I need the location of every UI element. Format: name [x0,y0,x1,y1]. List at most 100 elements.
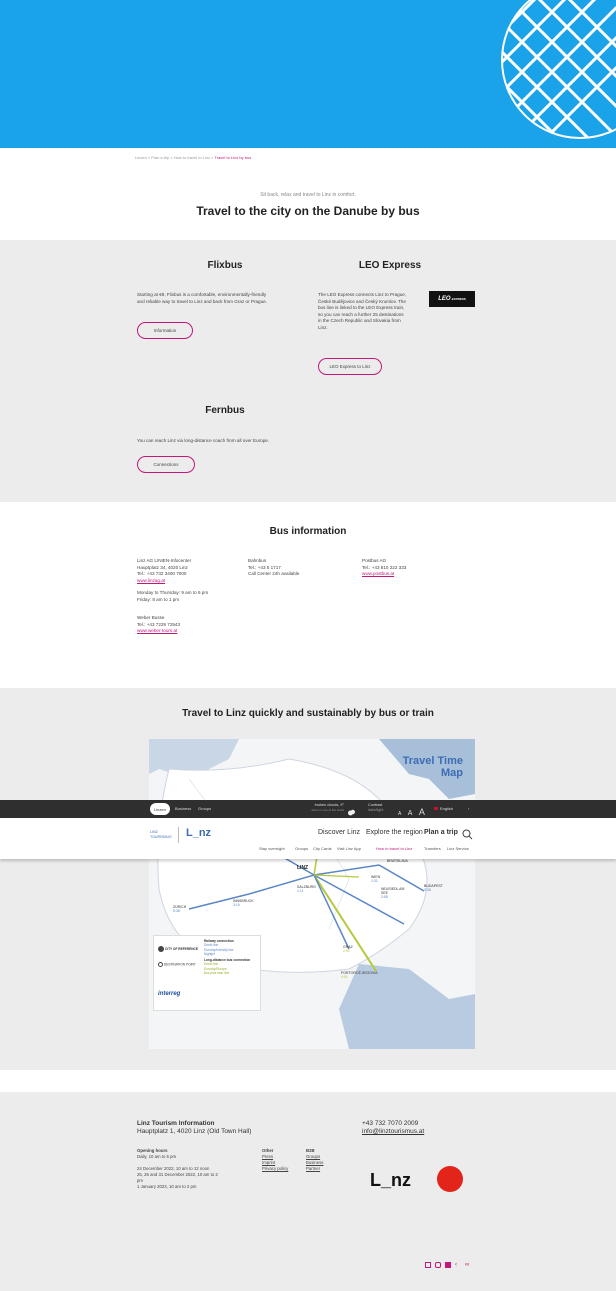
facebook-icon[interactable] [425,1262,431,1268]
flickr-icon[interactable]: ∞ [465,1262,473,1268]
logo-divider [178,827,179,843]
utility-tab-groups[interactable]: Groups [198,806,211,811]
map-city-budapest: BUDAPEST 3:36 [424,884,443,892]
linz-logo[interactable]: L_nz [186,827,211,839]
city-time: 2:58 [381,895,388,899]
legend-destination: DESTINATION POINT [158,962,198,967]
subnav-how-to-travel[interactable]: How to travel to Linz [376,846,412,851]
leo-express-logo: LEO EXPRESS [429,291,475,307]
legend-label: CITY OF REFERENCE [164,946,198,951]
nav-explore-region[interactable]: Explore the region [366,829,423,836]
utility-bar: Linzen Business Groups broken clouds, 9°… [0,800,616,818]
legend-item: Nightjet [204,951,215,956]
footer-link-privacy[interactable]: Privacy policy [262,1166,302,1172]
weber-tours-link[interactable]: www.weber-tours.at [137,628,247,635]
city-name: NEUSIEDL AM SEE [381,887,405,895]
map-city-wien: WIEN 1:31 [371,875,380,883]
footer-email[interactable]: info@linztourismus.at [362,1128,424,1136]
weather-subtext: when in one of the world [311,807,344,812]
footer-partner-badge-icon [437,1166,463,1192]
contrast-toggle[interactable]: Contrast dark/light [368,803,383,812]
intro-kicker: Sit back, relax and travel to Linz in co… [260,192,356,198]
bus-information-title: Bus information [269,526,347,537]
destination-marker-icon [158,962,163,967]
weather-cloud-icon [347,804,356,816]
map-city-zurich: ZÜRICH 8:38 [173,905,186,913]
leo-express-text: The LEO Express connects Linz to Prague,… [318,292,428,331]
legend-label: DESTINATION POINT [163,962,196,967]
travel-time-map: Travel Time Map FRANKFURT 3:49 PRAGUE 3:… [149,739,475,1049]
contrast-sublabel: dark/light [368,807,384,812]
hero-banner [0,0,616,148]
subnav-groups[interactable]: Groups [295,846,308,851]
footer-opening-hours: Opening hours Daily, 10 am to 5 pm 24 De… [137,1148,247,1190]
flixbus-text: Starting at €9, Flixbus is a comfortable… [137,292,312,305]
subnav-transfers[interactable]: Transfers [424,846,441,851]
social-links: ‹ ∞ [425,1262,473,1268]
footer-address: Hauptplatz 1, 4020 Linz (Old Town Hall) [137,1128,252,1135]
chevron-right-icon[interactable]: › [468,806,469,811]
main-navbar: LINZ TOURISMUS L_nz Discover Linz Explor… [0,818,616,859]
text-line: Map [441,767,463,779]
fernbus-connections-button[interactable]: Connections [137,456,195,473]
youtube-icon[interactable] [445,1262,451,1268]
breadcrumb-item[interactable]: Plan a trip [151,155,169,160]
text-line: Travel Time [402,755,463,767]
contrast-label: Contrast [368,803,383,807]
footer-other-links: Other Press Imprint Privacy policy [262,1148,302,1172]
subnav-stay-overnight[interactable]: Stay overnight [259,846,285,851]
legend-item: Bus plus train line [204,971,230,976]
city-time: 1:11 [297,889,304,893]
utility-tab-business[interactable]: Business [175,806,191,811]
map-city-linz: LINZ [297,865,309,871]
city-time: 1:31 [371,879,378,883]
flixbus-information-button[interactable]: Information [137,322,193,339]
font-size-large-button[interactable]: A [419,807,425,817]
map-city-salzburg: SALZBURG 1:11 [297,885,316,893]
breadcrumb-separator: » [147,155,151,160]
bus-info-col-linz-ag: Linz AG LINIEN-Infocenter Hauptplatz 34,… [137,558,247,635]
city-time: 2:51 [343,949,350,953]
map-city-innsbruck: INNSBRUCK 3:19 [233,899,254,907]
leo-express-title: LEO Express [358,260,422,271]
text-line: Call Center 24h available [248,571,300,576]
map-section-title: Travel to Linz quickly and sustainably b… [182,708,434,719]
operators-section [0,240,616,502]
linz-tourismus-logo[interactable]: LINZ TOURISMUS [150,830,172,839]
city-time: 3:19 [233,903,240,907]
subnav-visit-linz-app[interactable]: Visit Linz App [337,846,361,851]
footer-linz-logo[interactable]: L_nz [370,1170,411,1191]
text-line: 1 January 2023, 10 am to 2 pm [137,1184,197,1189]
interreg-logo: interreg [158,991,181,997]
instagram-icon[interactable] [435,1262,441,1268]
text-line: and reliable way to travel to Linz and b… [137,298,267,304]
breadcrumb: Linzen » Plan a trip » How to travel to … [135,155,251,160]
fernbus-title: Fernbus [205,405,245,416]
utility-tab-linzen[interactable]: Linzen [150,803,170,815]
breadcrumb-item[interactable]: How to travel to Linz [174,155,210,160]
subnav-linz-service[interactable]: Linz Service [447,846,469,851]
breadcrumb-item[interactable]: Linzen [135,155,147,160]
fernbus-text: You can reach Linz via long-distance coa… [137,438,270,443]
map-title: Travel Time Map [403,755,463,779]
nav-discover-linz[interactable]: Discover Linz [318,829,360,836]
postbus-link[interactable]: www.postbus.at [362,571,472,578]
font-size-medium-button[interactable]: A [408,810,413,817]
bus-info-col-postbus: Postbus AG Tel.: +43 810 222 333 www.pos… [362,558,472,578]
font-size-small-button[interactable]: A [398,811,401,817]
twitter-icon[interactable]: ‹ [455,1262,461,1268]
footer-phone[interactable]: +43 732 7070 2009 [362,1120,418,1128]
nav-plan-trip[interactable]: Plan a trip [424,829,458,836]
bus-info-col-bahnbus: Bahnbus Tel.: +43 5 1717 Call Center 24h… [248,558,358,578]
map-city-graz: GRAZ 2:51 [343,945,353,953]
map-city-bratislava: BRATISLAVA [387,859,408,863]
search-icon[interactable] [462,827,473,840]
footer-link-partner[interactable]: Partner [306,1166,346,1172]
language-selector[interactable]: English [440,806,453,811]
leo-express-button[interactable]: LEO Express to Linz [318,358,382,375]
page-title: Travel to the city on the Danube by bus [196,204,420,218]
flixbus-title: Flixbus [207,260,243,271]
footer [0,1092,616,1291]
subnav-city-cards[interactable]: City Cards [313,846,332,851]
